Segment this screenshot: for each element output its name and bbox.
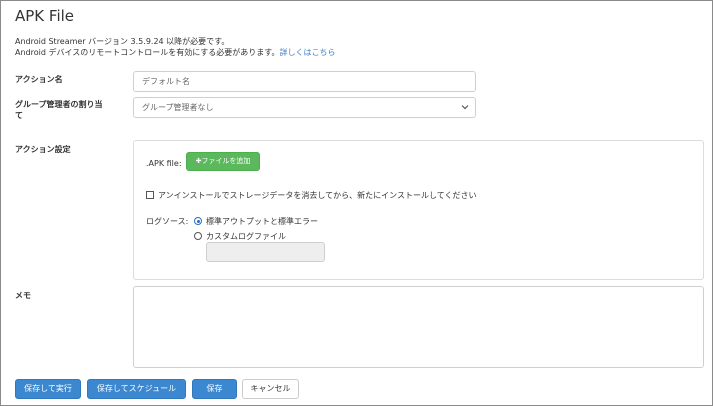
group-admin-select-value: グループ管理者なし xyxy=(142,103,214,112)
requirement-text-2-body: Android デバイスのリモートコントロールを有効にする必要があります。 xyxy=(15,48,280,57)
learn-more-link[interactable]: 詳しくはこちら xyxy=(280,48,336,57)
save-and-run-button[interactable]: 保存して実行 xyxy=(15,379,81,399)
requirement-text-1: Android Streamer バージョン 3.5.9.24 以降が必要です。 xyxy=(15,37,230,46)
group-admin-label: グループ管理者の割り当 て xyxy=(15,99,103,121)
apk-file-label: .APK file: xyxy=(146,159,182,168)
reinstall-checkbox-label: アンインストールでストレージデータを消去してから、新たにインストールしてください xyxy=(158,191,477,200)
log-option-stdout[interactable]: 標準アウトプットと標準エラー xyxy=(194,216,318,227)
reinstall-checkbox[interactable] xyxy=(146,191,154,199)
reinstall-option[interactable]: アンインストールでストレージデータを消去してから、新たにインストールしてください xyxy=(146,190,476,201)
save-button[interactable]: 保存 xyxy=(192,379,237,399)
action-name-input[interactable]: デフォルト名 xyxy=(133,71,476,92)
page-title: APK File xyxy=(15,7,75,25)
log-option-stdout-label: 標準アウトプットと標準エラー xyxy=(206,217,318,226)
group-admin-label-line2: て xyxy=(15,111,23,120)
memo-textarea[interactable] xyxy=(133,286,704,368)
log-option-custom-label: カスタムログファイル xyxy=(206,232,286,241)
log-source-label: ログソース: xyxy=(146,217,189,226)
log-option-custom[interactable]: カスタムログファイル xyxy=(194,231,286,242)
custom-log-path-input[interactable] xyxy=(206,242,325,262)
requirement-text-2: Android デバイスのリモートコントロールを有効にする必要があります。詳しく… xyxy=(15,47,336,58)
radio-stdout[interactable] xyxy=(194,217,202,225)
action-settings-label: アクション設定 xyxy=(15,145,71,154)
memo-label: メモ xyxy=(15,291,31,300)
apk-file-dialog: APK File Android Streamer バージョン 3.5.9.24… xyxy=(0,0,713,406)
action-settings-panel: .APK file: ✚ファイルを追加 アンインストールでストレージデータを消去… xyxy=(133,140,704,280)
add-file-button[interactable]: ✚ファイルを追加 xyxy=(186,152,260,171)
action-name-label: アクション名 xyxy=(15,75,63,84)
cancel-button[interactable]: キャンセル xyxy=(242,379,299,399)
radio-custom-log[interactable] xyxy=(194,232,202,240)
group-admin-label-line1: グループ管理者の割り当 xyxy=(15,100,103,109)
chevron-down-icon xyxy=(461,103,469,111)
save-and-schedule-button[interactable]: 保存してスケジュール xyxy=(87,379,186,399)
group-admin-select[interactable]: グループ管理者なし xyxy=(133,97,476,118)
